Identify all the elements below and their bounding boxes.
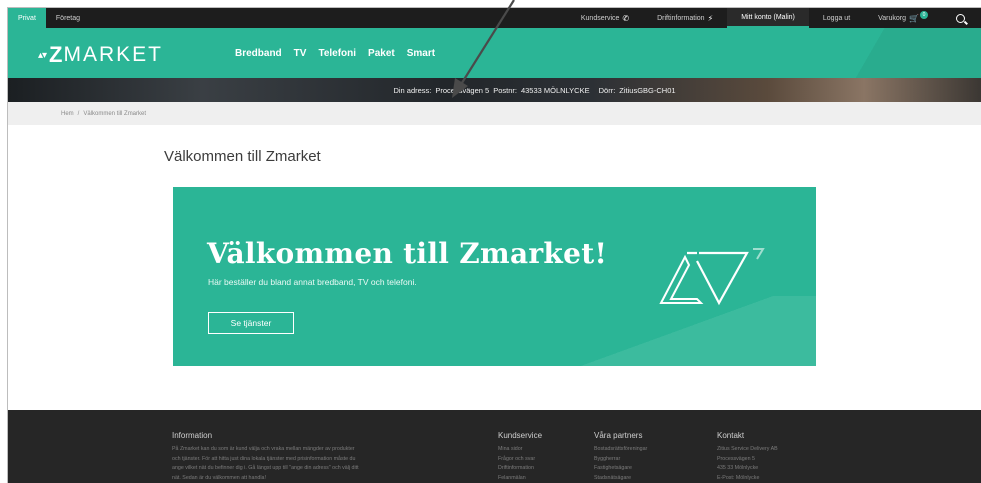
nav-tv[interactable]: TV bbox=[294, 48, 307, 59]
zmarket-emblem-icon bbox=[659, 248, 765, 306]
driftinformation-label: Driftinformation bbox=[657, 14, 705, 22]
nav-telefoni[interactable]: Telefoni bbox=[318, 48, 356, 59]
logo-mark-icon: ▴▾ bbox=[38, 49, 47, 61]
segment-privat[interactable]: Privat bbox=[8, 8, 46, 28]
footer-info-line: ange vilket nät du befinner dig i. Gå lä… bbox=[172, 465, 359, 472]
postnr-value: 43533 MÖLNLYCKE bbox=[520, 85, 590, 95]
phone-icon: ✆ bbox=[622, 13, 630, 23]
logo-text: MARKET bbox=[63, 43, 164, 66]
nav-paket[interactable]: Paket bbox=[368, 48, 395, 59]
footer-link[interactable]: Bostadsrättsföreningar bbox=[594, 445, 647, 455]
footer-link[interactable]: Fastighetsägare bbox=[594, 464, 647, 474]
door-value: ZitiusGBG-CH01 bbox=[619, 85, 676, 95]
footer-info-line: och tjänster. För att hitta just dina lo… bbox=[172, 455, 356, 462]
footer-link[interactable]: Stadsnätsägare bbox=[594, 474, 647, 483]
search-button[interactable] bbox=[942, 8, 981, 28]
top-bar: Privat Företag Kundservice ✆ Driftinform… bbox=[8, 8, 981, 28]
site-footer: Information På Zmarket kan du som är kun… bbox=[8, 410, 981, 483]
cart-badge: 0 bbox=[920, 11, 928, 19]
mitt-konto-link[interactable]: Mitt konto (Malin) bbox=[727, 8, 809, 28]
banner-title: Välkommen till Zmarket! bbox=[207, 237, 608, 270]
footer-contact-line: Processvägen 5 bbox=[717, 455, 755, 462]
address-bar[interactable]: Din adress: Processvägen 5 Postnr: 43533… bbox=[8, 78, 981, 102]
header-decoration bbox=[801, 28, 981, 78]
door-label: Dörr: bbox=[598, 85, 616, 95]
welcome-banner: Välkommen till Zmarket! Här beställer du… bbox=[173, 187, 816, 366]
page-title: Välkommen till Zmarket bbox=[164, 148, 321, 165]
footer-kundservice: Kundservice Mina sidor Frågor och svar D… bbox=[498, 431, 542, 483]
footer-partners: Våra partners Bostadsrättsföreningar Byg… bbox=[594, 431, 647, 483]
address-label: Din adress: bbox=[393, 85, 432, 95]
mitt-konto-label: Mitt konto (Malin) bbox=[741, 13, 795, 21]
banner-subtitle: Här beställer du bland annat bredband, T… bbox=[208, 277, 417, 287]
logo-z: Z bbox=[49, 42, 64, 67]
breadcrumb-separator: / bbox=[77, 110, 80, 117]
footer-information: Information På Zmarket kan du som är kun… bbox=[172, 431, 442, 483]
address-street: Processvägen 5 bbox=[435, 85, 490, 95]
zmarket-logo[interactable]: ▴▾ Z MARKET bbox=[38, 42, 163, 68]
footer-link[interactable]: Felanmälan bbox=[498, 474, 542, 483]
plug-icon: ⚡ bbox=[707, 13, 714, 23]
kundservice-link[interactable]: Kundservice ✆ bbox=[567, 8, 643, 28]
driftinformation-link[interactable]: Driftinformation ⚡ bbox=[643, 8, 727, 28]
footer-info-line: På Zmarket kan du som är kund välja och … bbox=[172, 446, 355, 452]
breadcrumb: Hem / Välkommen till Zmarket bbox=[8, 102, 981, 125]
breadcrumb-home[interactable]: Hem bbox=[61, 111, 74, 117]
footer-contact-line: 435 33 Mölnlycke bbox=[717, 465, 759, 472]
segment-foretag[interactable]: Företag bbox=[46, 8, 90, 28]
main-content: Välkommen till Zmarket Välkommen till Zm… bbox=[8, 125, 981, 406]
breadcrumb-current: Välkommen till Zmarket bbox=[83, 110, 147, 117]
footer-link[interactable]: Mina sidor bbox=[498, 445, 542, 455]
cart-icon: 🛒 bbox=[909, 13, 919, 23]
browser-page: Privat Företag Kundservice ✆ Driftinform… bbox=[7, 7, 981, 483]
kundservice-label: Kundservice bbox=[580, 14, 620, 22]
footer-contact-line: E-Post: Mölnlycke bbox=[717, 474, 760, 481]
logga-ut-link[interactable]: Logga ut bbox=[809, 8, 864, 28]
nav-smart[interactable]: Smart bbox=[407, 48, 435, 59]
search-icon bbox=[956, 13, 965, 23]
postnr-label: Postnr: bbox=[493, 85, 517, 95]
varukorg-link[interactable]: Varukorg 🛒 0 bbox=[864, 8, 942, 28]
footer-partners-title: Våra partners bbox=[594, 431, 643, 440]
varukorg-label: Varukorg bbox=[878, 14, 907, 22]
footer-contact-title: Kontakt bbox=[717, 431, 745, 440]
nav-bredband[interactable]: Bredband bbox=[235, 48, 282, 59]
footer-link[interactable]: Driftinformation bbox=[498, 464, 542, 474]
footer-contact-line: Zitius Service Delivery AB bbox=[717, 446, 778, 452]
footer-info-line: nät. Sedan är du välkommen att handla! bbox=[172, 474, 266, 481]
logga-ut-label: Logga ut bbox=[822, 14, 851, 22]
footer-link[interactable]: Frågor och svar bbox=[498, 455, 542, 465]
se-tjanster-button[interactable]: Se tjänster bbox=[208, 312, 294, 334]
footer-info-title: Information bbox=[172, 431, 213, 440]
footer-contact: Kontakt Zitius Service Delivery AB Proce… bbox=[717, 431, 778, 483]
site-header: ▴▾ Z MARKET Bredband TV Telefoni Paket S… bbox=[8, 28, 981, 78]
footer-kundservice-title: Kundservice bbox=[498, 431, 543, 440]
footer-link[interactable]: Byggherrar bbox=[594, 455, 647, 465]
main-nav: Bredband TV Telefoni Paket Smart bbox=[235, 48, 435, 59]
